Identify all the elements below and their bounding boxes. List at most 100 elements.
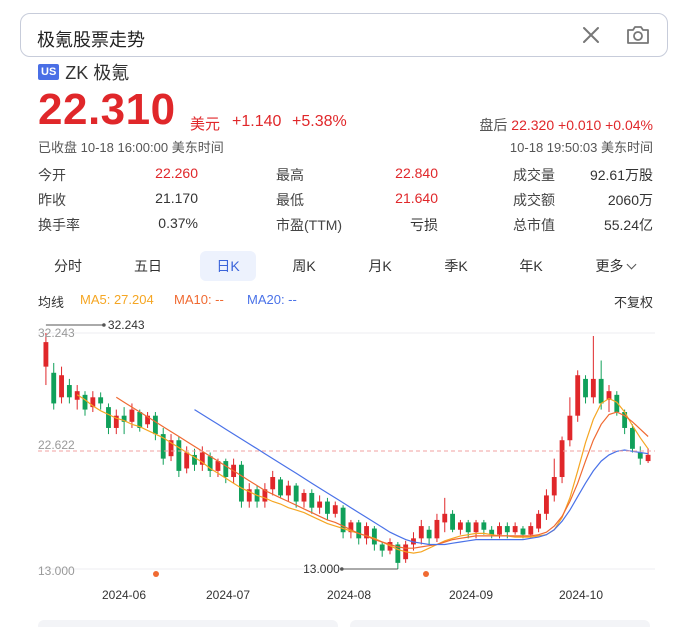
stat-label: 总市值 (513, 217, 555, 233)
max-marker-label: 32.243 (108, 318, 145, 332)
bottom-card-right[interactable] (350, 620, 650, 627)
candle (66, 378, 72, 404)
candle (450, 510, 456, 533)
candle-body (520, 528, 526, 535)
x-label: 2024-07 (206, 588, 250, 602)
candle (465, 519, 471, 539)
stat-value: 21.170 (155, 190, 198, 206)
candle-body (426, 529, 432, 539)
max-marker-dot (102, 323, 106, 327)
ma-legend: 均线 MA5: 27.204 MA10: -- MA20: -- 不复权 (38, 292, 653, 310)
candle-body (59, 375, 64, 398)
candle-body (559, 440, 565, 478)
candle-body (238, 464, 244, 502)
tab-yearly-k[interactable]: 年K (503, 251, 559, 281)
stock-name: ZK 极氪 (65, 63, 130, 83)
candle (51, 362, 57, 410)
candle-body (598, 378, 604, 404)
candle-body (285, 485, 291, 496)
tab-monthly-k[interactable]: 月K (352, 251, 408, 281)
close-status: 已收盘 10-18 16:00:00 美东时间 (38, 140, 224, 155)
stat-value: 2060万 (607, 192, 653, 208)
adjust-toggle[interactable]: 不复权 (614, 292, 653, 311)
stat-value: 22.840 (395, 165, 438, 181)
chevron-down-icon (626, 259, 636, 270)
candle-body (309, 492, 315, 508)
stat-value: 21.640 (395, 190, 438, 206)
candle-body (223, 461, 229, 478)
candle (434, 513, 440, 543)
candle-body (51, 372, 57, 404)
tab-daily-k[interactable]: 日K (200, 251, 256, 281)
left-edge (0, 0, 20, 627)
candle (567, 397, 573, 447)
candle (426, 526, 432, 545)
candle (192, 448, 197, 471)
stat-label: 最低 (276, 192, 304, 208)
tab-more-label: 更多 (595, 258, 624, 274)
x-label: 2024-06 (102, 588, 146, 602)
candle (82, 391, 88, 416)
candle (575, 370, 581, 422)
camera-icon[interactable] (625, 23, 651, 47)
stat-value: 92.61万股 (589, 167, 653, 183)
tab-intraday[interactable]: 分时 (40, 251, 96, 281)
min-marker: 13.000 (303, 562, 398, 576)
search-input[interactable]: 极氪股票走势 (37, 26, 145, 52)
kline-chart[interactable]: 32.243 22.622 13.000 32.243 13.000 2024-… (20, 317, 668, 617)
current-price: 22.310 (38, 85, 176, 134)
candle (442, 497, 448, 533)
price-change: +1.140 (232, 113, 282, 130)
candle-body (332, 505, 338, 514)
candle-body (465, 522, 471, 533)
candle (59, 366, 64, 404)
candle-body (434, 519, 440, 539)
stats-row: 换手率 0.37% 市盈(TTM) 亏损 总市值 55.24亿 (38, 215, 653, 240)
stats-row: 昨收 21.170 最低 21.640 成交额 2060万 (38, 190, 653, 215)
candle-body (528, 526, 534, 535)
candle-body (152, 415, 158, 435)
candle (238, 461, 244, 508)
tab-weekly-k[interactable]: 周K (276, 251, 332, 281)
candle-body (512, 526, 518, 533)
candle (418, 519, 424, 545)
candle-body (630, 427, 635, 449)
candle-body (356, 522, 362, 539)
stat-label: 最高 (276, 167, 304, 183)
tab-five-day[interactable]: 五日 (120, 251, 176, 281)
candle (145, 412, 151, 428)
market-badge: US (38, 64, 60, 80)
candle (379, 542, 385, 557)
candle-body (418, 526, 424, 539)
candle (309, 489, 315, 514)
tab-quarterly-k[interactable]: 季K (428, 251, 484, 281)
candle (43, 333, 49, 386)
candle-body (497, 526, 502, 535)
candle-body (473, 522, 479, 533)
candle-body (575, 375, 581, 416)
stock-card: US ZK 极氪 22.310 美元 +1.140 +5.38% 盘后 22.3… (20, 57, 668, 627)
candle (559, 436, 565, 484)
candle-body (536, 513, 542, 529)
tab-more[interactable]: 更多 (580, 251, 650, 281)
stat-label: 换手率 (38, 217, 80, 233)
clear-icon[interactable] (579, 23, 603, 47)
candle (113, 409, 119, 435)
candle-body (66, 385, 72, 398)
after-hours-time: 10-18 19:50:03 美东时间 (509, 140, 653, 155)
after-hours-price: 22.320 (511, 117, 555, 133)
x-label: 2024-10 (559, 588, 603, 602)
candle (325, 497, 330, 520)
kline-svg: 32.243 22.622 13.000 32.243 13.000 2024-… (38, 318, 655, 602)
candle (583, 375, 588, 404)
candle-body (567, 415, 573, 441)
y-label-max: 32.243 (38, 326, 75, 340)
bottom-card-left[interactable] (38, 620, 338, 627)
stat-label: 今开 (38, 167, 66, 183)
candle (332, 501, 338, 518)
candle (340, 505, 346, 539)
candle-body (98, 397, 104, 404)
search-box[interactable]: 极氪股票走势 (20, 13, 668, 57)
candle-body (184, 452, 190, 469)
candle (512, 522, 518, 535)
